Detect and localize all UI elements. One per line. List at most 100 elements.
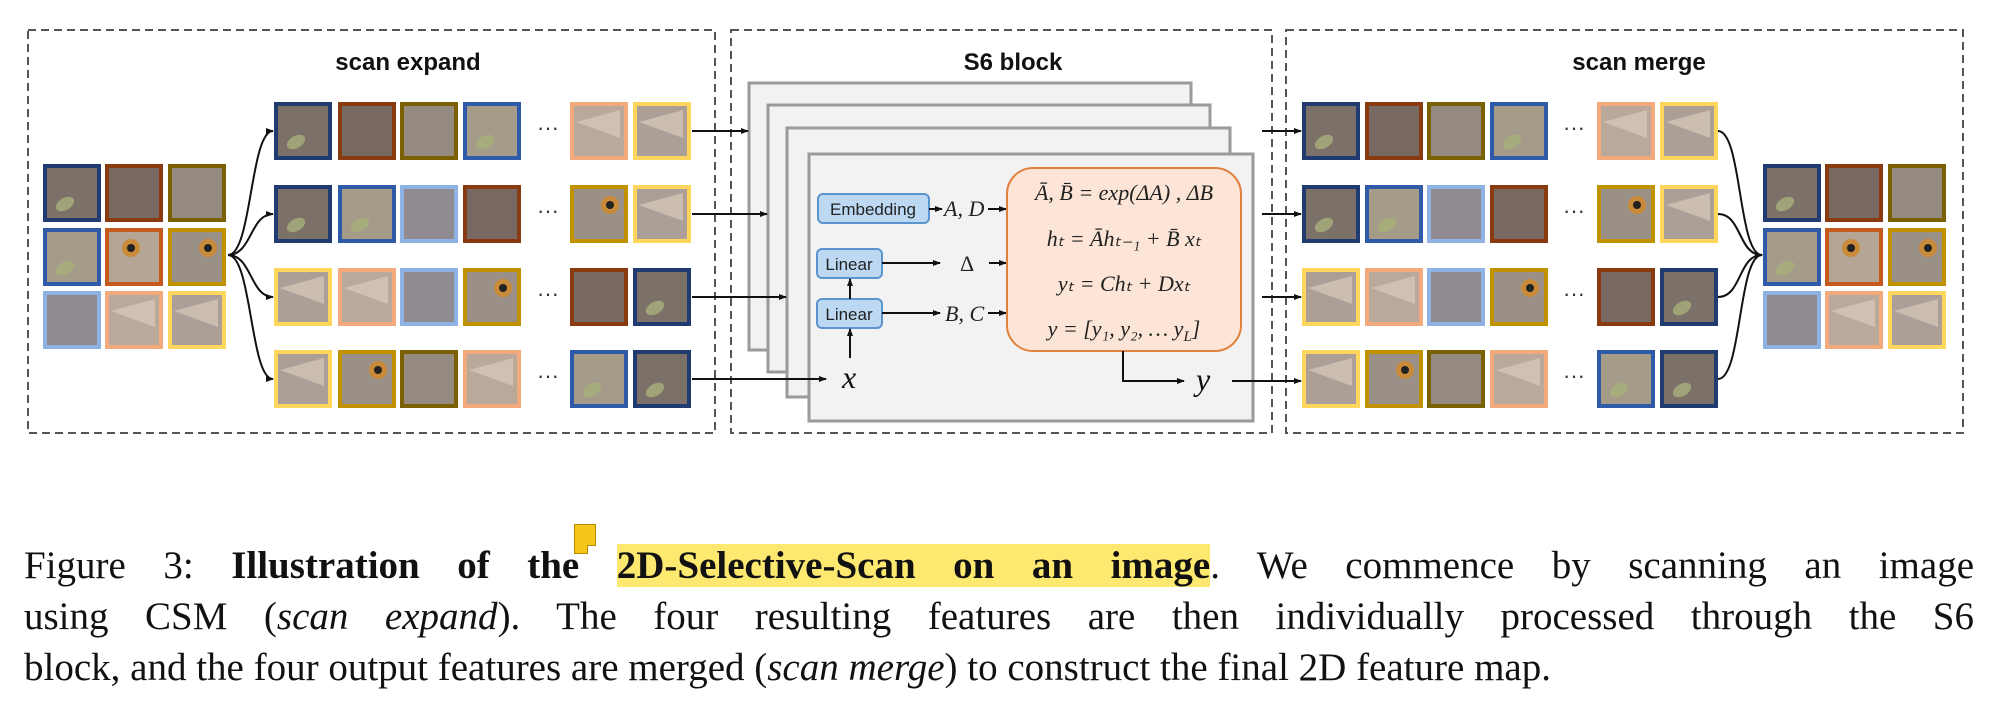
caption-bold-title: Illustration of the 2D-Selective-Scan on… [231, 544, 1211, 587]
expand-sequence-patch [463, 185, 521, 243]
expand-sequence-patch [274, 268, 332, 326]
caption-label: Figure 3: [24, 544, 194, 587]
equation-sequence: y = [y₁, y₂, … yL] [1046, 316, 1201, 345]
input-patch [168, 164, 226, 222]
merge-sequence-patch [1365, 185, 1423, 243]
output-patch [1825, 228, 1883, 286]
expand-ellipsis: ··· [537, 363, 559, 388]
output-patch [1763, 228, 1821, 286]
linear-label-1: Linear [825, 255, 873, 274]
expand-sequence-patch [338, 268, 396, 326]
ad-label: A, D [942, 196, 984, 221]
equation-output: yₜ = Chₜ + Dxₜ [1056, 271, 1191, 296]
expand-sequence-patch [338, 185, 396, 243]
linear-box-2: Linear [816, 298, 883, 329]
merge-sequence-patch [1427, 102, 1485, 160]
highlighted-text[interactable]: 2D-Selective-Scan on an image [616, 544, 1211, 587]
output-patch [1825, 291, 1883, 349]
linear-box-1: Linear [816, 248, 883, 279]
merge-sequence-patch [1302, 102, 1360, 160]
merge-sequence-patch [1597, 350, 1655, 408]
caption-line-2: using CSM (scan expand). The four result… [24, 595, 1974, 638]
expand-ellipsis: ··· [537, 281, 559, 306]
input-patch [105, 228, 163, 286]
scan-expand-branch [227, 211, 274, 256]
expand-sequence-patch [570, 185, 628, 243]
eye-pupil-detail [499, 284, 507, 292]
merge-sequence-patch [1490, 268, 1548, 326]
merge-ellipsis: ··· [1563, 363, 1585, 388]
caption-italic-scan-expand: scan expand [276, 595, 498, 638]
merge-sequence-patch [1365, 350, 1423, 408]
expand-sequence-patch [463, 350, 521, 408]
merge-sequence-patch [1660, 185, 1718, 243]
merge-sequence-patch [1490, 102, 1548, 160]
merge-sequence-patch [1490, 185, 1548, 243]
merge-sequence-patch [1427, 185, 1485, 243]
expand-ellipsis: ··· [537, 198, 559, 223]
merge-sequence-patch [1302, 185, 1360, 243]
eye-pupil-detail [374, 366, 382, 374]
merge-sequence-patch [1427, 350, 1485, 408]
merge-ellipsis: ··· [1563, 115, 1585, 140]
eye-pupil-detail [1526, 284, 1534, 292]
eye-pupil-detail [606, 201, 614, 209]
merge-sequence-patch [1365, 268, 1423, 326]
expand-sequence-patch [338, 102, 396, 160]
merge-sequence-patch [1302, 268, 1360, 326]
figure-diagram: scan expand S6 block scan merge Embeddin… [27, 29, 1964, 434]
caption-line-3: block, and the four output features are … [24, 646, 1551, 689]
merge-ellipsis: ··· [1563, 281, 1585, 306]
eye-pupil-detail [1633, 201, 1641, 209]
scan-merge-branch [1717, 213, 1763, 258]
output-patch [1825, 164, 1883, 222]
expand-sequence-patch [400, 350, 458, 408]
input-patch [168, 291, 226, 349]
merge-sequence-patch [1490, 350, 1548, 408]
output-patch [1763, 291, 1821, 349]
input-patch [43, 291, 101, 349]
merge-sequence-patch [1365, 102, 1423, 160]
input-patch [105, 164, 163, 222]
embedding-label: Embedding [830, 200, 916, 219]
eye-pupil-detail [1401, 366, 1409, 374]
expand-sequence-patch [400, 268, 458, 326]
output-patch [1763, 164, 1821, 222]
caption-line-1: Figure 3: Illustration of the 2D-Selecti… [24, 540, 1974, 591]
merge-sequence-patch [1302, 350, 1360, 408]
input-patch [105, 291, 163, 349]
s6-block-title: S6 block [964, 49, 1063, 76]
merge-sequence-patch [1597, 102, 1655, 160]
merge-sequence-patch [1597, 185, 1655, 243]
delta-label: Δ [960, 251, 974, 276]
eye-pupil-detail [1847, 244, 1855, 252]
scan-merge-branch [1717, 252, 1763, 298]
expand-sequence-patch [463, 268, 521, 326]
equation-state: hₜ = Āhₜ₋₁ + B̄ xₜ [1047, 226, 1202, 251]
figure-caption: Figure 3: Illustration of the 2D-Selecti… [24, 540, 1974, 693]
expand-sequence-patch [463, 102, 521, 160]
eye-pupil-detail [127, 244, 135, 252]
output-y-label: y [1193, 361, 1211, 397]
expand-sequence-patch [274, 185, 332, 243]
expand-sequence-patch [338, 350, 396, 408]
merge-sequence-patch [1660, 102, 1718, 160]
caption-italic-scan-merge: scan merge [767, 646, 945, 689]
scan-merge-title: scan merge [1572, 49, 1705, 76]
expand-ellipsis: ··· [537, 115, 559, 140]
merge-sequence-patch [1660, 350, 1718, 408]
expand-sequence-patch [570, 268, 628, 326]
expand-sequence-patch [400, 102, 458, 160]
input-x-label: x [841, 359, 856, 395]
input-patch [168, 228, 226, 286]
input-patch [43, 164, 101, 222]
merge-ellipsis: ··· [1563, 198, 1585, 223]
expand-sequence-patch [274, 350, 332, 408]
expand-sequence-patch [633, 102, 691, 160]
output-patch [1888, 164, 1946, 222]
expand-sequence-patch [400, 185, 458, 243]
expand-sequence-patch [274, 102, 332, 160]
merge-sequence-patch [1597, 268, 1655, 326]
expand-sequence-patch [570, 102, 628, 160]
expand-sequence-patch [633, 350, 691, 408]
